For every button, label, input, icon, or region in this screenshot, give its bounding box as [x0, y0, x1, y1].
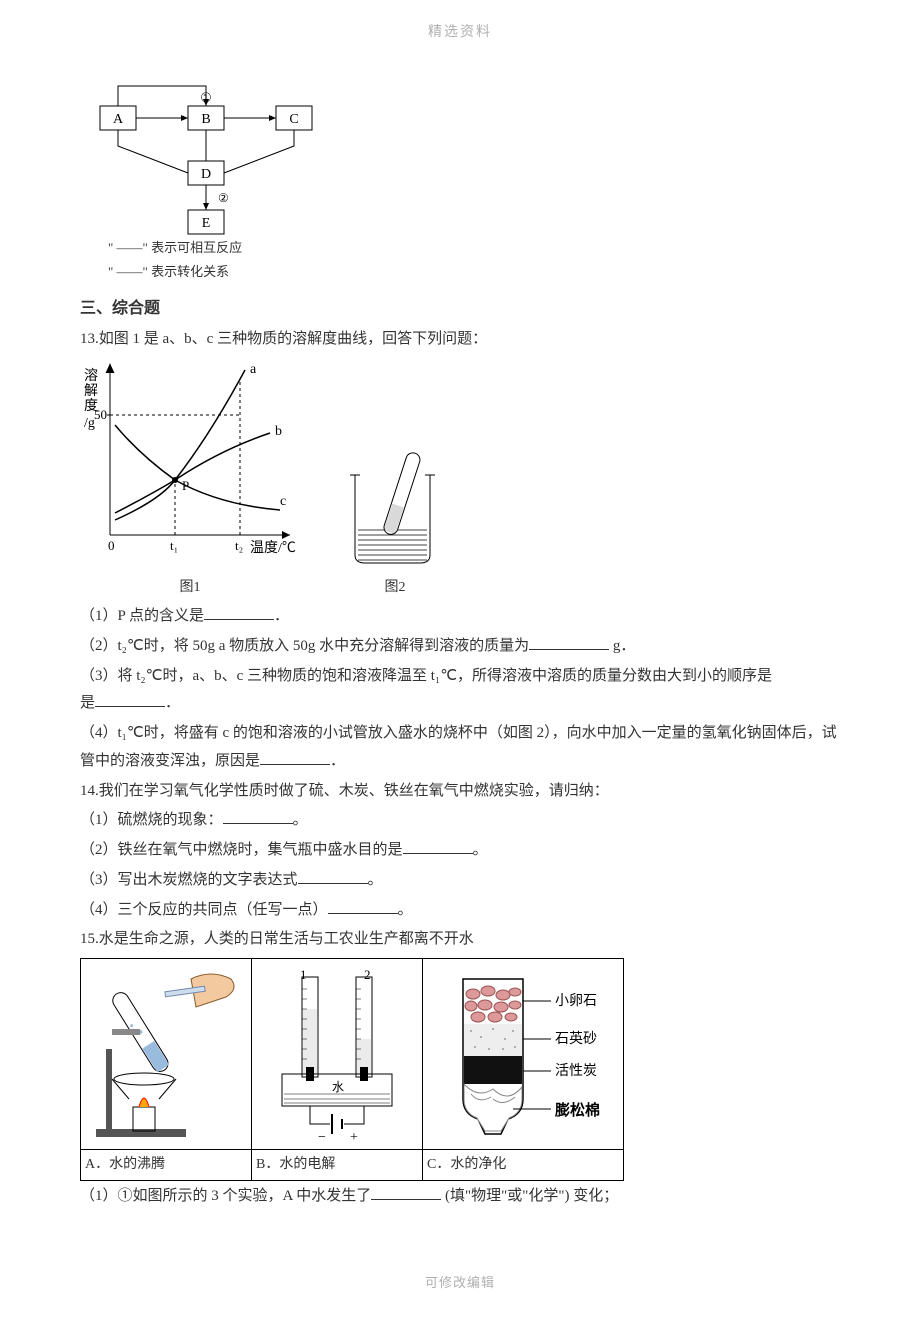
- q14-p3-text: （3）写出木炭燃烧的文字表达式: [80, 872, 298, 888]
- q15-cap-b: B．水的电解: [252, 1150, 423, 1181]
- svg-text:+: +: [350, 1130, 358, 1145]
- q15-cap-c: C．水的净化: [423, 1150, 624, 1181]
- q13-figure-1: 溶 解 度 /g 50 0 t₁ t₂ a b: [80, 355, 300, 601]
- filter-label-charcoal: 活性炭: [555, 1063, 597, 1079]
- svg-text:50: 50: [94, 407, 107, 422]
- svg-text:②: ②: [218, 191, 229, 205]
- svg-text:1: 1: [300, 967, 307, 982]
- q13-p4-end: ．: [330, 753, 345, 769]
- svg-text:温度/℃: 温度/℃: [250, 540, 296, 556]
- q13-p1-text: （1）P 点的含义是: [80, 608, 204, 624]
- flow-diagram: A B C D E ① ② " ——" 表示可相互反应 " ——" 表示转化关: [80, 76, 840, 284]
- q13-p3: （3）将 t₂℃时，a、b、c 三种物质的饱和溶液降温至 t₁℃，所得溶液中溶质…: [80, 663, 840, 719]
- svg-text:c: c: [280, 494, 286, 509]
- svg-text:−: −: [318, 1130, 326, 1145]
- svg-text:t₂: t₂: [235, 538, 243, 553]
- q15-p1-end: (填"物理"或"化学") 变化；: [445, 1188, 618, 1204]
- q13-p4: （4）t₁℃时，将盛有 c 的饱和溶液的小试管放入盛水的烧杯中（如图 2），向水…: [80, 720, 840, 776]
- flow-diagram-svg: A B C D E ① ②: [80, 76, 340, 236]
- q14-stem: 14.我们在学习氧气化学性质时做了硫、木炭、铁丝在氧气中燃烧实验，请归纳：: [80, 778, 840, 806]
- q14-p1-end: 。: [293, 812, 308, 828]
- q13-p4-blank[interactable]: [260, 749, 330, 765]
- svg-text:水: 水: [332, 1080, 344, 1094]
- q14-p2-text: （2）铁丝在氧气中燃烧时，集气瓶中盛水目的是: [80, 842, 403, 858]
- q14-p4: （4）三个反应的共同点（任写一点） 。: [80, 897, 840, 925]
- q13-p3-cont: 是: [80, 695, 95, 711]
- q15-cell-a: [81, 959, 252, 1150]
- q14-p2-end: 。: [473, 842, 488, 858]
- q13-p2-unit: g．: [613, 638, 636, 654]
- svg-text:B: B: [201, 112, 210, 127]
- filter-label-sand: 石英砂: [555, 1030, 597, 1047]
- q13-p2-blank[interactable]: [529, 634, 609, 650]
- q14-p1-blank[interactable]: [223, 808, 293, 824]
- q14-p3-blank[interactable]: [298, 868, 368, 884]
- q13-p1-blank[interactable]: [204, 604, 274, 620]
- q15-cap-a: A．水的沸腾: [81, 1150, 252, 1181]
- svg-text:2: 2: [364, 967, 371, 982]
- filter-label-cotton: 膨松棉: [555, 1101, 600, 1119]
- q14-p4-blank[interactable]: [328, 898, 398, 914]
- q13-p2: （2）t₂℃时，将 50g a 物质放入 50g 水中充分溶解得到溶液的质量为 …: [80, 633, 840, 661]
- q13-stem: 13.如图 1 是 a、b、c 三种物质的溶解度曲线，回答下列问题：: [80, 326, 840, 354]
- svg-text:E: E: [202, 216, 211, 231]
- q14-p2: （2）铁丝在氧气中燃烧时，集气瓶中盛水目的是 。: [80, 837, 840, 865]
- q13-p3-end: ．: [165, 695, 180, 711]
- svg-text:D: D: [201, 167, 211, 182]
- diagram-legend-line-1: " ——" 表示可相互反应: [108, 236, 840, 260]
- svg-text:解: 解: [84, 383, 98, 399]
- q15-cell-c: 小卵石 石英砂 活性炭 膨松棉: [423, 959, 624, 1150]
- q13-figure-2: 图2: [340, 435, 450, 601]
- q13-p1: （1）P 点的含义是 ．: [80, 603, 840, 631]
- q15-p1-blank[interactable]: [371, 1184, 441, 1200]
- svg-text:0: 0: [108, 538, 115, 553]
- svg-text:a: a: [250, 362, 257, 377]
- electrolysis-icon: 1 2 水: [252, 959, 422, 1149]
- svg-text:溶: 溶: [84, 368, 98, 384]
- filter-label-pebble: 小卵石: [555, 993, 597, 1009]
- q14-p3: （3）写出木炭燃烧的文字表达式 。: [80, 867, 840, 895]
- page-header-note: 精选资料: [80, 20, 840, 46]
- svg-text:C: C: [289, 112, 298, 127]
- q15-p1: （1）①如图所示的 3 个实验，A 中水发生了 (填"物理"或"化学") 变化；: [80, 1183, 840, 1211]
- q13-p1-end: ．: [274, 608, 289, 624]
- page-footer-note: 可修改编辑: [80, 1271, 840, 1295]
- section-3-title: 三、综合题: [80, 294, 840, 324]
- svg-text:b: b: [275, 424, 282, 439]
- q15-cell-b: 1 2 水: [252, 959, 423, 1150]
- boiling-water-icon: [81, 959, 251, 1149]
- q14-p1: （1）硫燃烧的现象： 。: [80, 807, 840, 835]
- q14-p1-text: （1）硫燃烧的现象：: [80, 812, 223, 828]
- q15-stem: 15.水是生命之源，人类的日常生活与工农业生产都离不开水: [80, 926, 840, 954]
- svg-text:A: A: [113, 112, 124, 127]
- q13-fig1-caption: 图1: [80, 575, 300, 601]
- q13-p4-text: （4）t₁℃时，将盛有 c 的饱和溶液的小试管放入盛水的烧杯中（如图 2），向水…: [80, 725, 837, 769]
- q15-p1-text: （1）①如图所示的 3 个实验，A 中水发生了: [80, 1188, 371, 1204]
- q13-fig2-caption: 图2: [340, 575, 450, 601]
- q14-p4-end: 。: [398, 902, 413, 918]
- svg-text:t₁: t₁: [170, 538, 178, 553]
- diagram-legend-arrow: " ——" 表示转化关系: [108, 260, 840, 284]
- q13-p3-text: （3）将 t₂℃时，a、b、c 三种物质的饱和溶液降温至 t₁℃，所得溶液中溶质…: [80, 668, 772, 684]
- svg-text:P: P: [182, 478, 189, 493]
- water-filter-icon: 小卵石 石英砂 活性炭 膨松棉: [423, 959, 623, 1149]
- q13-p3-blank[interactable]: [95, 691, 165, 707]
- q13-p2-text: （2）t₂℃时，将 50g a 物质放入 50g 水中充分溶解得到溶液的质量为: [80, 638, 529, 654]
- q14-p4-text: （4）三个反应的共同点（任写一点）: [80, 902, 328, 918]
- q15-figure-table: 1 2 水: [80, 958, 624, 1181]
- q14-p2-blank[interactable]: [403, 838, 473, 854]
- q14-p3-end: 。: [368, 872, 383, 888]
